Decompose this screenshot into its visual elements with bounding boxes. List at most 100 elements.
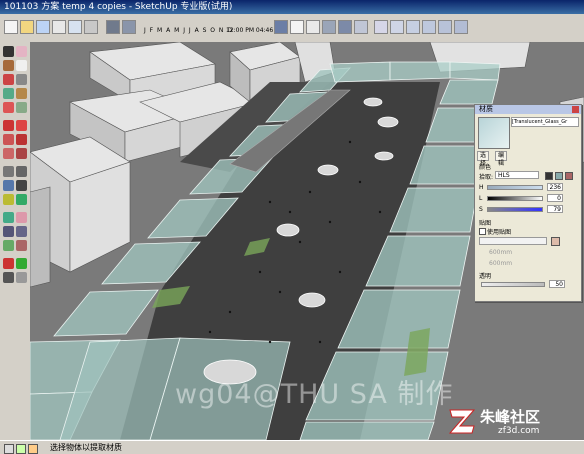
3d-text-icon[interactable] xyxy=(16,194,27,205)
main-toolbar: J F M A M J J A S O N D 12:00 PM 04:46 P… xyxy=(0,14,584,43)
logo-url: zf3d.com xyxy=(498,426,540,436)
opacity-value[interactable]: 50 xyxy=(549,280,565,288)
circle-icon[interactable] xyxy=(3,88,14,99)
save-icon[interactable] xyxy=(36,20,50,34)
channel-s-label: S xyxy=(479,206,483,213)
walk-icon[interactable] xyxy=(16,258,27,269)
site-logo: 朱峰社区 zf3d.com xyxy=(446,404,578,440)
opacity-slider[interactable] xyxy=(481,282,545,287)
title-bar: 101103 方案 temp 4 copies - SketchUp 专业版(试… xyxy=(0,0,584,14)
text-tool-icon[interactable] xyxy=(16,180,27,191)
look-around-icon[interactable] xyxy=(3,272,14,283)
orbit-icon[interactable] xyxy=(84,20,98,34)
top-view-icon[interactable] xyxy=(390,20,404,34)
move-icon[interactable] xyxy=(3,120,14,131)
hue-slider[interactable] xyxy=(487,185,543,190)
lightness-slider[interactable] xyxy=(487,196,543,201)
eraser-icon[interactable] xyxy=(16,46,27,57)
iso-view-icon[interactable] xyxy=(374,20,388,34)
status-bar: 选择物体以提取材质 xyxy=(0,440,584,454)
logo-title: 朱峰社区 xyxy=(480,408,541,426)
watermark-text: wg04@THU SA 制作 xyxy=(175,379,454,410)
follow-me-icon[interactable] xyxy=(16,134,27,145)
home-icon[interactable] xyxy=(52,20,66,34)
material-preview-swatch xyxy=(478,117,510,149)
saturation-slider[interactable] xyxy=(487,207,543,212)
credits-icon xyxy=(28,444,38,454)
zoom-icon[interactable] xyxy=(3,226,14,237)
shadow-month-bar[interactable]: J F M A M J J A S O N D xyxy=(144,27,233,34)
use-texture-label: 使用贴图 xyxy=(487,229,512,236)
select-arrow-icon[interactable] xyxy=(3,46,14,57)
channel-h-value[interactable]: 236 xyxy=(547,183,563,191)
sample-color-icon[interactable] xyxy=(565,172,573,180)
previous-view-icon[interactable] xyxy=(16,240,27,251)
materials-panel: 材质 [Translucent_Glass_Gr 选择 编辑 颜色 拾取: HL… xyxy=(474,104,582,302)
new-icon[interactable] xyxy=(4,20,18,34)
texture-height-field[interactable]: 600mm xyxy=(489,260,512,267)
zoom-window-icon[interactable] xyxy=(16,226,27,237)
opacity-section-label: 透明 xyxy=(479,273,492,280)
monochrome-icon[interactable] xyxy=(354,20,368,34)
channel-s-value[interactable]: 79 xyxy=(547,205,563,213)
camera-icon[interactable] xyxy=(68,20,82,34)
axes-icon[interactable] xyxy=(3,194,14,205)
left-view-icon[interactable] xyxy=(454,20,468,34)
logo-z-icon xyxy=(448,409,476,434)
open-icon[interactable] xyxy=(20,20,34,34)
scale-icon[interactable] xyxy=(3,148,14,159)
reset-color-icon[interactable] xyxy=(555,172,563,180)
color-section-label: 颜色 xyxy=(479,164,492,171)
rotate-icon[interactable] xyxy=(3,134,14,145)
material-name-field[interactable]: [Translucent_Glass_Gr xyxy=(511,117,579,127)
browse-folder-icon[interactable] xyxy=(551,237,560,246)
offset-icon[interactable] xyxy=(16,148,27,159)
close-icon[interactable] xyxy=(572,106,579,113)
channel-h-label: H xyxy=(479,184,484,191)
status-text: 选择物体以提取材质 xyxy=(50,443,122,452)
fog-icon[interactable] xyxy=(122,20,136,34)
tape-measure-icon[interactable] xyxy=(3,166,14,177)
position-camera-icon[interactable] xyxy=(3,258,14,269)
geo-location-icon xyxy=(16,444,26,454)
tab-select[interactable]: 选择 xyxy=(477,151,490,167)
texture-width-field[interactable]: 600mm xyxy=(489,249,512,256)
arc-icon[interactable] xyxy=(16,88,27,99)
protractor-icon[interactable] xyxy=(3,180,14,191)
hidden-line-icon[interactable] xyxy=(306,20,320,34)
push-pull-icon[interactable] xyxy=(16,120,27,131)
left-tool-palette xyxy=(0,42,31,440)
use-texture-checkbox[interactable] xyxy=(479,228,486,235)
textured-icon[interactable] xyxy=(338,20,352,34)
shadow-icon[interactable] xyxy=(106,20,120,34)
picker-select[interactable]: HLS xyxy=(495,171,539,179)
picker-label: 拾取: xyxy=(479,174,494,181)
front-view-icon[interactable] xyxy=(406,20,420,34)
wireframe-icon[interactable] xyxy=(290,20,304,34)
line-pencil-icon[interactable] xyxy=(16,74,27,85)
shaded-icon[interactable] xyxy=(322,20,336,34)
xray-icon[interactable] xyxy=(274,20,288,34)
back-view-icon[interactable] xyxy=(438,20,452,34)
right-view-icon[interactable] xyxy=(422,20,436,34)
rectangle-icon[interactable] xyxy=(3,74,14,85)
channel-l-value[interactable]: 0 xyxy=(547,194,563,202)
component-icon[interactable] xyxy=(16,60,27,71)
glass-canopy-top xyxy=(329,61,501,83)
dimension-icon[interactable] xyxy=(16,166,27,177)
tab-edit[interactable]: 编辑 xyxy=(495,151,508,167)
zoom-extents-icon[interactable] xyxy=(3,240,14,251)
info-icon xyxy=(4,444,14,454)
orbit-tool-icon[interactable] xyxy=(3,212,14,223)
pan-icon[interactable] xyxy=(16,212,27,223)
texture-path-field[interactable] xyxy=(479,237,547,245)
polygon-icon[interactable] xyxy=(3,102,14,113)
paint-bucket-icon[interactable] xyxy=(3,60,14,71)
section-plane-icon[interactable] xyxy=(16,272,27,283)
sketchup-window: 101103 方案 temp 4 copies - SketchUp 专业版(试… xyxy=(0,0,584,454)
color-swatch-icon[interactable] xyxy=(545,172,553,180)
panel-header[interactable]: 材质 xyxy=(475,105,581,114)
freehand-icon[interactable] xyxy=(16,102,27,113)
window-title: 101103 方案 temp 4 copies - SketchUp 专业版(试… xyxy=(4,2,233,12)
panel-title: 材质 xyxy=(479,105,493,113)
